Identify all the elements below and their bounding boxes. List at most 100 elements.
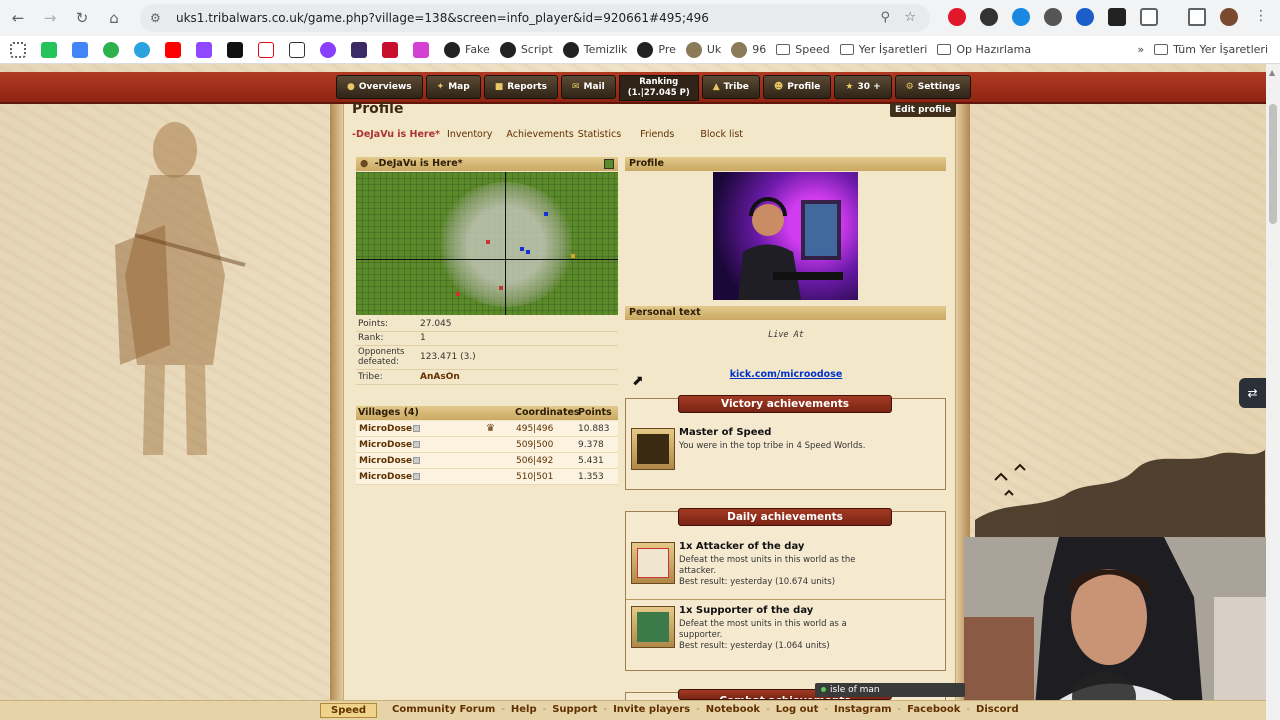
all-bookmarks[interactable]: Tüm Yer İşaretleri — [1154, 43, 1268, 56]
village-coords-link[interactable]: 506|492 — [516, 453, 553, 469]
bookmark-pre[interactable]: Pre — [637, 41, 676, 58]
scrollbar-thumb[interactable] — [1269, 104, 1277, 224]
puzzle-icon[interactable] — [1140, 8, 1158, 26]
menu-icon[interactable]: ⋮ — [1252, 8, 1270, 26]
sync-widget-icon[interactable]: ⇄ — [1239, 378, 1266, 408]
village-link[interactable]: MicroDose — [359, 421, 412, 437]
avatar-icon[interactable] — [1220, 8, 1238, 26]
bookmark-96[interactable]: 96 — [731, 41, 766, 58]
footer-link-instagram[interactable]: Instagram — [834, 704, 892, 715]
tab-block-list[interactable]: Block list — [700, 129, 743, 140]
achievement-best-result: Best result: yesterday (1.064 units) — [679, 641, 830, 651]
more-bookmarks-icon[interactable]: » — [1137, 43, 1144, 56]
nav-settings[interactable]: ⚙ Settings — [894, 75, 972, 99]
extension-icon[interactable] — [980, 8, 998, 26]
scroll-up-icon[interactable]: ▲ — [1269, 68, 1275, 77]
footer-speed-button[interactable]: Speed — [320, 703, 378, 718]
forward-icon[interactable]: → — [36, 4, 64, 32]
extension-icon[interactable] — [1108, 8, 1126, 26]
village-marker — [456, 292, 460, 296]
translate-icon[interactable] — [72, 41, 93, 58]
bookmark-uk[interactable]: Uk — [685, 41, 721, 58]
footer-link-discord[interactable]: Discord — [976, 704, 1019, 715]
edit-profile-button[interactable]: Edit profile — [890, 103, 957, 117]
lock-icon: ● — [360, 158, 369, 169]
bookmark-fake[interactable]: Fake — [444, 41, 490, 58]
tab-friends[interactable]: Friends — [640, 129, 674, 140]
footer-link-logout[interactable]: Log out — [776, 704, 819, 715]
village-link[interactable]: MicroDose — [359, 437, 412, 453]
reload-icon[interactable]: ↻ — [68, 4, 96, 32]
nav-tribe[interactable]: ▲ Tribe — [701, 75, 760, 99]
scrollbar[interactable]: ▲ — [1266, 64, 1280, 720]
footer-link-invite[interactable]: Invite players — [613, 704, 690, 715]
twitch-icon[interactable] — [196, 41, 217, 58]
back-icon[interactable]: ← — [4, 4, 32, 32]
stat-tribe: Tribe: AnAsOn — [358, 372, 460, 382]
kick-icon[interactable] — [227, 41, 248, 58]
reading-list-icon[interactable] — [1188, 8, 1206, 26]
village-coords-link[interactable]: 509|500 — [516, 437, 553, 453]
player-header: ● -DeJaVu is Here* — [356, 157, 618, 171]
bookmark-icon[interactable] — [382, 41, 403, 58]
footer-link-forum[interactable]: Community Forum — [392, 704, 495, 715]
bookmark-script[interactable]: Script — [499, 41, 553, 58]
extension-icon[interactable] — [1076, 8, 1094, 26]
bookmark-folder-speed[interactable]: Speed — [776, 43, 830, 56]
nav-reports[interactable]: ■ Reports — [483, 75, 558, 99]
nav-premium[interactable]: ★ 30 + — [834, 75, 892, 99]
apps-icon[interactable] — [10, 41, 31, 58]
footer-link-help[interactable]: Help — [511, 704, 537, 715]
bookmark-icon[interactable] — [351, 41, 372, 58]
youtube-icon[interactable] — [165, 41, 186, 58]
divider — [356, 369, 618, 370]
bookmark-temizlik[interactable]: Temizlik — [562, 41, 627, 58]
achievement-name: Master of Speed — [679, 427, 772, 438]
address-bar[interactable]: ⚙ uks1.tribalwars.co.uk/game.php?village… — [140, 4, 930, 32]
mouse-cursor-icon: ⬈ — [632, 373, 644, 389]
bookmark-icon[interactable] — [103, 41, 124, 58]
own-village-marker — [526, 250, 530, 254]
footer-link-facebook[interactable]: Facebook — [907, 704, 960, 715]
tab-inventory[interactable]: Inventory — [447, 129, 492, 140]
footer-link-notebook[interactable]: Notebook — [706, 704, 760, 715]
tab-player[interactable]: -DeJaVu is Here* — [352, 129, 440, 140]
netflix-icon[interactable] — [258, 41, 279, 58]
extension-icon[interactable] — [1012, 8, 1030, 26]
tab-statistics[interactable]: Statistics — [578, 129, 621, 140]
village-coords-link[interactable]: 495|496 — [516, 421, 553, 437]
notion-icon[interactable] — [289, 41, 310, 58]
nav-overviews[interactable]: ● Overviews — [336, 75, 423, 99]
nav-ranking[interactable]: Ranking (1.|27.045 P) — [618, 75, 699, 101]
tribe-icon: ▲ — [712, 82, 720, 92]
bookmark-icon[interactable] — [413, 41, 434, 58]
current-village-icon: ♛ — [486, 423, 495, 434]
tribe-link[interactable]: AnAsOn — [420, 372, 460, 382]
village-coords-link[interactable]: 510|501 — [516, 469, 553, 485]
home-icon[interactable]: ⌂ — [100, 4, 128, 32]
zoom-icon[interactable]: ⚲ — [880, 10, 890, 25]
village-link[interactable]: MicroDose — [359, 469, 412, 485]
nav-map[interactable]: ✦ Map — [425, 75, 481, 99]
map-toggle-icon[interactable] — [604, 159, 614, 169]
tab-achievements[interactable]: Achievements — [506, 129, 573, 140]
victory-achievements-title: Victory achievements — [678, 395, 892, 413]
footer-link-support[interactable]: Support — [552, 704, 597, 715]
chat-popup[interactable]: isle of man — [815, 683, 965, 697]
village-link[interactable]: MicroDose — [359, 453, 412, 469]
bookmark-folder-op[interactable]: Op Hazırlama — [937, 43, 1031, 56]
kick-link[interactable]: kick.com/microodose — [626, 369, 946, 380]
stat-points: Points: 27.045 — [358, 319, 452, 329]
nav-profile[interactable]: ☻ Profile — [762, 75, 832, 99]
opera-extension-icon[interactable] — [948, 8, 966, 26]
telegram-icon[interactable] — [134, 41, 155, 58]
bookmark-star-icon[interactable]: ☆ — [904, 10, 916, 25]
site-info-icon[interactable]: ⚙ — [150, 11, 168, 25]
table-row: MicroDose 506|492 5.431 — [356, 453, 618, 469]
bookmark-icon[interactable] — [320, 41, 341, 58]
bookmark-folder-yer[interactable]: Yer İşaretleri — [839, 43, 927, 56]
nav-mail[interactable]: ✉ Mail — [560, 75, 616, 99]
bookmark-icon[interactable] — [41, 41, 62, 58]
extension-icon[interactable] — [1044, 8, 1062, 26]
player-minimap[interactable] — [356, 172, 618, 315]
